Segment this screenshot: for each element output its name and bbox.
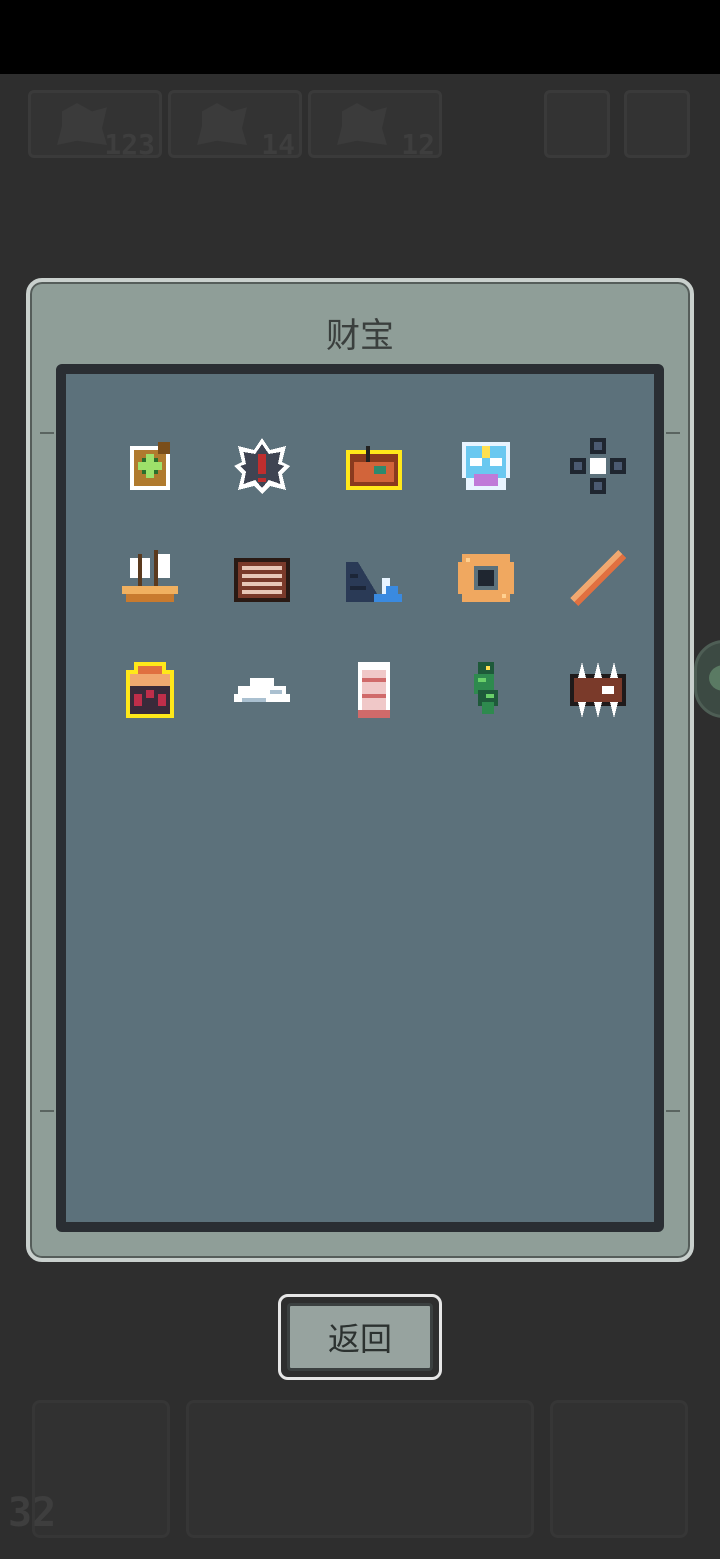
altar-icon (126, 662, 174, 718)
mask-icon (462, 442, 510, 490)
treasure-item[interactable] (206, 522, 318, 634)
chest-sign-icon (346, 446, 402, 490)
seahorse-icon (474, 662, 498, 714)
scroll-icon (358, 662, 390, 718)
hud-resource-slot-1: 123 (28, 90, 162, 161)
treasure-item[interactable] (430, 410, 542, 522)
treasure-item[interactable] (542, 634, 654, 746)
treasure-grid-panel (56, 364, 664, 1232)
gear-gem-icon (234, 438, 290, 494)
panel-notch (666, 432, 680, 434)
hud-button-left (544, 90, 610, 158)
cloud-icon (234, 678, 290, 702)
compass-bag-icon (130, 442, 170, 490)
panel-notch (40, 1110, 54, 1112)
treasure-item[interactable] (430, 522, 542, 634)
treasure-item[interactable] (94, 522, 206, 634)
treasure-item[interactable] (318, 634, 430, 746)
chat-bubble-icon[interactable] (694, 640, 720, 718)
hud-count: 123 (104, 128, 155, 161)
return-button-label: 返回 (287, 1303, 433, 1371)
treasure-item[interactable] (430, 634, 542, 746)
hud-count: 14 (261, 128, 295, 161)
abacus-icon (234, 558, 290, 602)
treasure-item[interactable] (94, 634, 206, 746)
resource-icon (197, 103, 247, 145)
ship-icon (122, 550, 178, 602)
treasure-item[interactable] (318, 522, 430, 634)
rod-icon (570, 550, 626, 606)
bottom-slot-right (550, 1400, 688, 1538)
hud-resource-slot-3: 12 (308, 90, 442, 161)
resource-icon (57, 103, 107, 145)
hud-count: 12 (401, 128, 435, 161)
treasure-item[interactable] (94, 410, 206, 522)
ring-frame-icon (458, 554, 514, 602)
wave-wall-icon (346, 562, 402, 602)
treasure-item[interactable] (542, 522, 654, 634)
hud-button-right (624, 90, 690, 158)
treasure-grid (94, 410, 654, 746)
resource-icon (337, 103, 387, 145)
treasure-item[interactable] (318, 410, 430, 522)
treasure-dialog: 财宝 (26, 278, 694, 1262)
flower-icon (570, 438, 626, 494)
panel-notch (40, 432, 54, 434)
dialog-title: 财宝 (326, 316, 394, 356)
panel-notch (666, 1110, 680, 1112)
spike-trap-icon (570, 662, 626, 718)
hud-resource-slot-2: 14 (168, 90, 302, 161)
return-button[interactable]: 返回 (278, 1294, 442, 1380)
treasure-item[interactable] (206, 634, 318, 746)
bottom-number: 32 (8, 1490, 57, 1536)
status-bar (0, 0, 720, 74)
bottom-slot-middle (186, 1400, 534, 1538)
treasure-item[interactable] (206, 410, 318, 522)
treasure-item[interactable] (542, 410, 654, 522)
